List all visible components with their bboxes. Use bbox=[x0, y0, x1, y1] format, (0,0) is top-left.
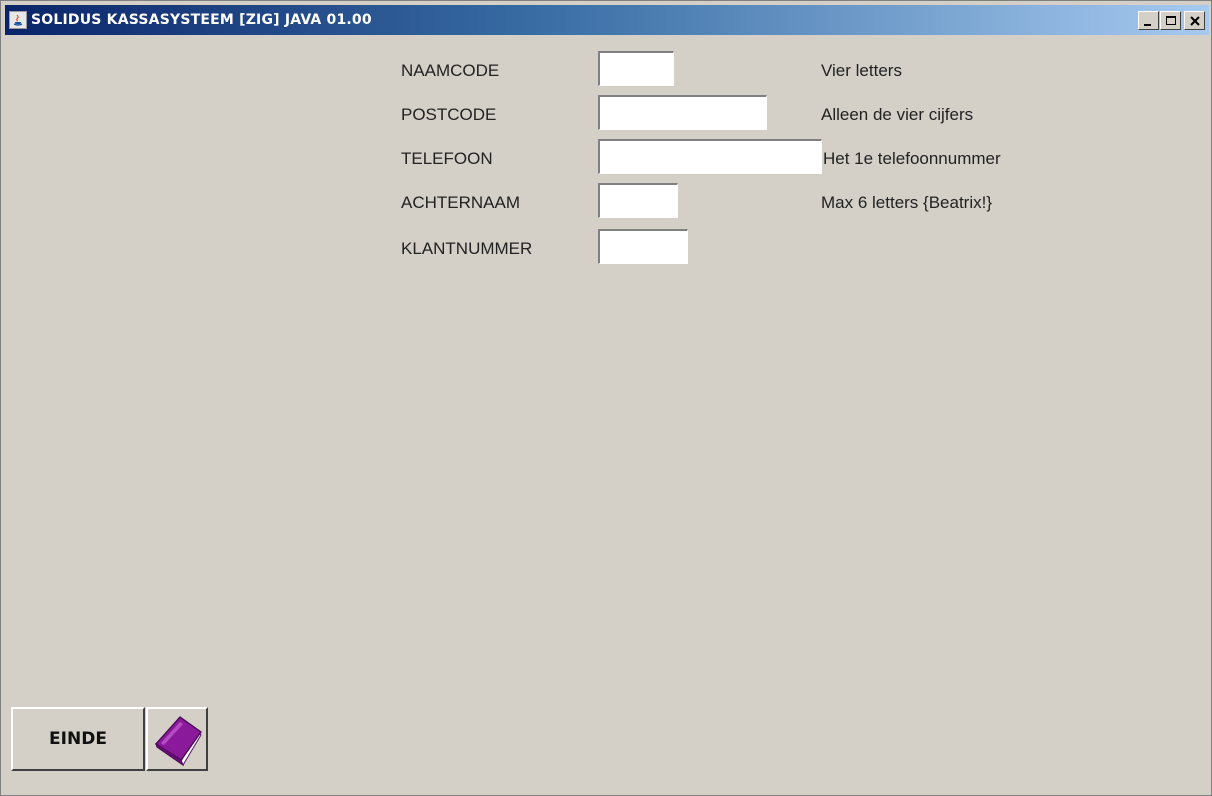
book-button[interactable] bbox=[146, 707, 208, 771]
book-icon bbox=[154, 716, 202, 767]
postcode-hint: Alleen de vier cijfers bbox=[821, 105, 974, 124]
minimize-button[interactable] bbox=[1138, 11, 1159, 30]
naamcode-input[interactable] bbox=[598, 51, 674, 86]
window-title: SOLIDUS KASSASYSTEEM [ZIG] JAVA 01.00 bbox=[31, 12, 372, 28]
klantnummer-input[interactable] bbox=[598, 229, 688, 264]
telefoon-input[interactable] bbox=[598, 139, 822, 174]
telefoon-hint: Het 1e telefoonnummer bbox=[823, 149, 1001, 168]
main-window: SOLIDUS KASSASYSTEEM [ZIG] JAVA 01.00 NA… bbox=[0, 0, 1212, 796]
postcode-label: POSTCODE bbox=[401, 105, 497, 124]
maximize-icon bbox=[1166, 16, 1176, 25]
klantnummer-label: KLANTNUMMER bbox=[401, 239, 533, 258]
einde-button[interactable]: EINDE bbox=[11, 707, 145, 771]
close-icon bbox=[1190, 16, 1200, 26]
achternaam-label: ACHTERNAAM bbox=[401, 193, 521, 212]
title-bar[interactable]: SOLIDUS KASSASYSTEEM [ZIG] JAVA 01.00 bbox=[5, 5, 1209, 35]
java-app-icon[interactable] bbox=[9, 11, 27, 29]
minimize-icon bbox=[1144, 24, 1151, 26]
achternaam-input[interactable] bbox=[598, 183, 678, 218]
maximize-button[interactable] bbox=[1160, 11, 1181, 30]
telefoon-label: TELEFOON bbox=[401, 149, 493, 168]
naamcode-hint: Vier letters bbox=[821, 61, 902, 80]
naamcode-label: NAAMCODE bbox=[401, 61, 500, 80]
close-button[interactable] bbox=[1184, 11, 1205, 30]
achternaam-hint: Max 6 letters {Beatrix!} bbox=[821, 193, 993, 212]
postcode-input[interactable] bbox=[598, 95, 767, 130]
